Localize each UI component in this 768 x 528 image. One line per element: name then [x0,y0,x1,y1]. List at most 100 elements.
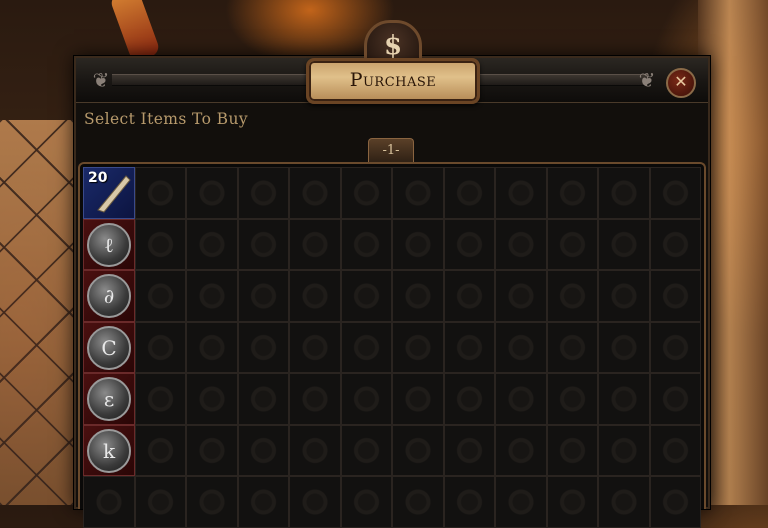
grid-slot[interactable] [392,321,444,373]
grid-slot[interactable] [546,424,598,476]
grid-slot[interactable] [392,167,444,219]
grid-slot[interactable] [546,270,598,322]
grid-slot[interactable] [546,218,598,270]
grid-slot[interactable] [495,270,547,322]
grid-slot[interactable] [237,167,289,219]
window-title: Purchase [349,69,437,91]
grid-slot[interactable] [289,373,341,425]
grid-slot[interactable] [443,476,495,528]
grid-slot[interactable] [186,373,238,425]
grid-slot[interactable] [392,476,444,528]
item-slot-orb[interactable]: k [83,424,135,476]
grid-slot[interactable] [134,424,186,476]
grid-slot[interactable] [546,373,598,425]
grid-slot[interactable] [443,321,495,373]
grid-slot[interactable] [186,424,238,476]
title-plate: Purchase [306,58,480,104]
grid-slot[interactable] [649,321,701,373]
tab-page-1[interactable]: -1- [368,138,414,163]
item-grid-frame: 20 ℓ ∂ Cε k [78,162,706,528]
item-slot-orb[interactable]: ∂ [83,270,135,322]
item-slot-scroll-fragment[interactable]: 20 [83,167,135,219]
orb-icon: C [87,325,131,370]
grid-slot[interactable] [134,167,186,219]
grid-slot[interactable] [289,270,341,322]
grid-slot[interactable] [237,270,289,322]
grid-slot[interactable] [237,218,289,270]
grid-slot[interactable] [392,218,444,270]
grid-slot[interactable] [340,321,392,373]
grid-slot[interactable] [495,167,547,219]
grid-slot[interactable] [495,218,547,270]
item-slot-orb[interactable]: ε [83,373,135,425]
grid-slot[interactable] [392,373,444,425]
grid-slot[interactable] [340,476,392,528]
grid-slot[interactable] [186,476,238,528]
grid-slot[interactable] [649,167,701,219]
grid-slot[interactable] [134,321,186,373]
grid-slot[interactable] [237,424,289,476]
grid-slot[interactable] [237,321,289,373]
orb-icon: ∂ [87,274,131,318]
grid-slot[interactable] [392,424,444,476]
grid-slot[interactable] [495,476,547,528]
grid-slot[interactable] [340,270,392,322]
grid-slot[interactable] [598,218,650,270]
instruction-text: Select Items To Buy [84,110,248,128]
grid-slot[interactable] [340,373,392,425]
purchase-window: ❦ ❦ $ Purchase ✕ Select Items To Buy -1-… [74,20,710,528]
grid-slot[interactable] [546,167,598,219]
grid-slot[interactable] [495,321,547,373]
grid-slot[interactable] [340,424,392,476]
grid-slot[interactable] [134,218,186,270]
grid-slot[interactable] [443,373,495,425]
grid-slot[interactable] [443,167,495,219]
grid-slot[interactable] [598,424,650,476]
grid-slot[interactable] [546,321,598,373]
grid-slot[interactable] [546,476,598,528]
grid-slot[interactable] [83,476,135,528]
grid-slot[interactable] [443,270,495,322]
grid-slot[interactable] [649,270,701,322]
grid-slot[interactable] [237,476,289,528]
grid-slot[interactable] [186,321,238,373]
grid-slot[interactable] [340,218,392,270]
grid-slot[interactable] [598,373,650,425]
grid-slot[interactable] [186,167,238,219]
item-grid: 20 ℓ ∂ Cε k [83,167,701,528]
grid-slot[interactable] [289,424,341,476]
grid-slot[interactable] [495,373,547,425]
grid-slot[interactable] [649,218,701,270]
grid-slot[interactable] [598,270,650,322]
grid-slot[interactable] [443,218,495,270]
orb-icon: ℓ [87,222,131,267]
grid-slot[interactable] [186,270,238,322]
orb-icon: k [87,428,131,473]
grid-slot[interactable] [443,424,495,476]
grid-slot[interactable] [495,424,547,476]
grid-slot[interactable] [598,167,650,219]
grid-slot[interactable] [237,373,289,425]
grid-slot[interactable] [649,373,701,425]
grid-slot[interactable] [340,167,392,219]
stack-count: 20 [88,170,108,186]
grid-slot[interactable] [289,321,341,373]
close-button[interactable]: ✕ [666,68,696,98]
grid-slot[interactable] [649,476,701,528]
item-slot-orb[interactable]: ℓ [83,218,135,270]
grid-slot[interactable] [598,476,650,528]
orb-glyph: ∂ [103,284,115,308]
grid-slot[interactable] [289,218,341,270]
grid-slot[interactable] [186,218,238,270]
grid-slot[interactable] [289,476,341,528]
grid-slot[interactable] [134,373,186,425]
orb-glyph: k [102,438,116,463]
grid-slot[interactable] [289,167,341,219]
grid-slot[interactable] [392,270,444,322]
grid-slot[interactable] [649,424,701,476]
item-slot-orb[interactable]: C [83,321,135,373]
grid-slot[interactable] [134,270,186,322]
grid-slot[interactable] [134,476,186,528]
grid-slot[interactable] [598,321,650,373]
title-banner: $ Purchase [302,20,480,110]
